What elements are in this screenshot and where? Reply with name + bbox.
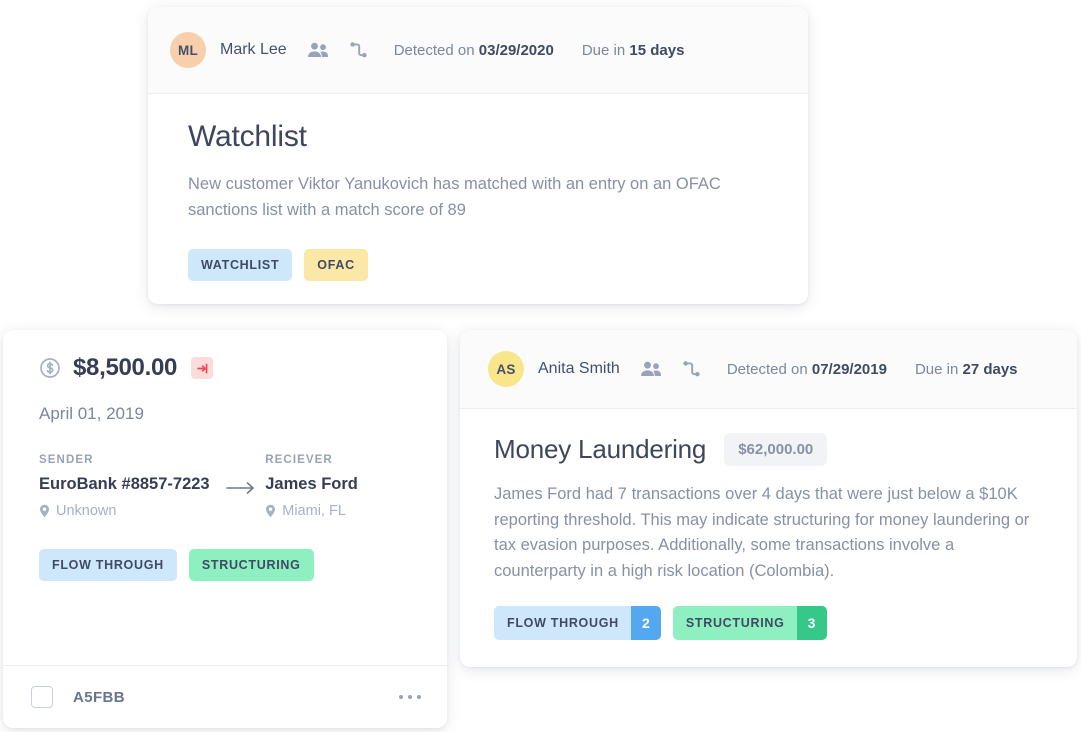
tag-list: FLOW THROUGH 2 STRUCTURING 3 (494, 606, 1043, 641)
due-value: 27 days (962, 360, 1018, 378)
tag-structuring-label: STRUCTURING (685, 616, 785, 631)
tag-list: WATCHLIST OFAC (188, 249, 768, 282)
alert-amount-badge: $62,000.00 (724, 433, 828, 466)
transaction-amount: $8,500.00 (73, 354, 178, 381)
card-body: Watchlist New customer Viktor Yanukovich… (148, 94, 808, 282)
card-title: Watchlist (188, 120, 307, 153)
tag-flow-through-label: FLOW THROUGH (507, 616, 619, 631)
more-options-icon[interactable] (398, 694, 421, 700)
receiver-location: Miami, FL (265, 503, 411, 519)
screen: ML Mark Lee Detected on 03/29/2020 Due i… (0, 0, 1081, 732)
card-footer: A5FBB (3, 665, 447, 728)
card-header: AS Anita Smith Detected on 07/29/2019 Du… (460, 330, 1077, 409)
sender-location: Unknown (39, 503, 221, 519)
avatar[interactable]: ML (170, 32, 206, 68)
sender-name: EuroBank #8857-7223 (39, 475, 210, 493)
dollar-coin-icon (39, 357, 61, 379)
select-checkbox[interactable] (31, 686, 53, 708)
detected-label: Detected on (393, 41, 479, 59)
tag-flow-through-count: 2 (630, 606, 661, 641)
parties-row: SENDER EuroBank #8857-7223 Unknown RECIE… (39, 454, 411, 519)
tag-structuring[interactable]: STRUCTURING 3 (672, 606, 827, 641)
tag-watchlist[interactable]: WATCHLIST (188, 249, 293, 282)
arrow-right-icon (221, 454, 261, 495)
card-description: James Ford had 7 transactions over 4 day… (494, 485, 1030, 580)
sender-location-text: Unknown (56, 503, 117, 519)
assignee-name: Mark Lee (220, 41, 287, 58)
location-pin-icon (40, 504, 49, 518)
assignee-name: Anita Smith (538, 360, 620, 377)
flow-graph-icon[interactable] (682, 360, 701, 379)
detected-on: Detected on 07/29/2019 (727, 361, 887, 378)
due-in: Due in 27 days (915, 361, 1018, 378)
detected-date: 03/29/2020 (478, 41, 554, 59)
money-laundering-alert-card[interactable]: AS Anita Smith Detected on 07/29/2019 Du… (460, 330, 1077, 667)
card-description: New customer Viktor Yanukovich has match… (188, 175, 721, 219)
tag-structuring-count: 3 (796, 606, 827, 641)
due-value: 15 days (629, 41, 685, 59)
people-icon[interactable] (640, 361, 662, 377)
tag-structuring[interactable]: STRUCTURING (188, 549, 314, 581)
card-body: $8,500.00 April 01, 2019 SENDER EuroBank… (3, 330, 447, 581)
due-in: Due in 15 days (582, 42, 685, 59)
receiver-label: RECIEVER (265, 454, 333, 466)
title-row: Money Laundering $62,000.00 (494, 433, 1043, 466)
receiver-block: RECIEVER James Ford Miami, FL (265, 454, 411, 519)
tag-flow-through[interactable]: FLOW THROUGH 2 (494, 606, 661, 641)
flow-graph-icon[interactable] (349, 41, 368, 60)
card-title: Money Laundering (494, 434, 707, 464)
tag-ofac[interactable]: OFAC (304, 249, 368, 282)
watchlist-alert-card[interactable]: ML Mark Lee Detected on 03/29/2020 Due i… (148, 7, 808, 304)
detected-date: 07/29/2019 (811, 360, 887, 378)
amount-row: $8,500.00 (39, 354, 411, 382)
card-body: Money Laundering $62,000.00 James Ford h… (460, 409, 1077, 641)
due-label: Due in (914, 360, 963, 378)
location-pin-icon (266, 504, 276, 518)
sender-block: SENDER EuroBank #8857-7223 Unknown (39, 454, 221, 519)
tag-list: FLOW THROUGH STRUCTURING (39, 549, 411, 581)
due-label: Due in (581, 41, 630, 59)
transaction-card[interactable]: $8,500.00 April 01, 2019 SENDER EuroBank… (3, 330, 447, 728)
people-icon[interactable] (307, 42, 329, 58)
case-code: A5FBB (73, 688, 126, 706)
detected-on: Detected on 03/29/2020 (394, 42, 554, 59)
receiver-location-text: Miami, FL (282, 503, 346, 519)
card-header: ML Mark Lee Detected on 03/29/2020 Due i… (148, 7, 808, 94)
detected-label: Detected on (726, 360, 812, 378)
avatar[interactable]: AS (488, 351, 524, 387)
receiver-name: James Ford (265, 475, 358, 493)
transaction-date: April 01, 2019 (39, 404, 144, 423)
outgoing-transfer-icon[interactable] (191, 357, 214, 379)
sender-label: SENDER (39, 454, 94, 466)
tag-flow-through[interactable]: FLOW THROUGH (39, 549, 177, 581)
